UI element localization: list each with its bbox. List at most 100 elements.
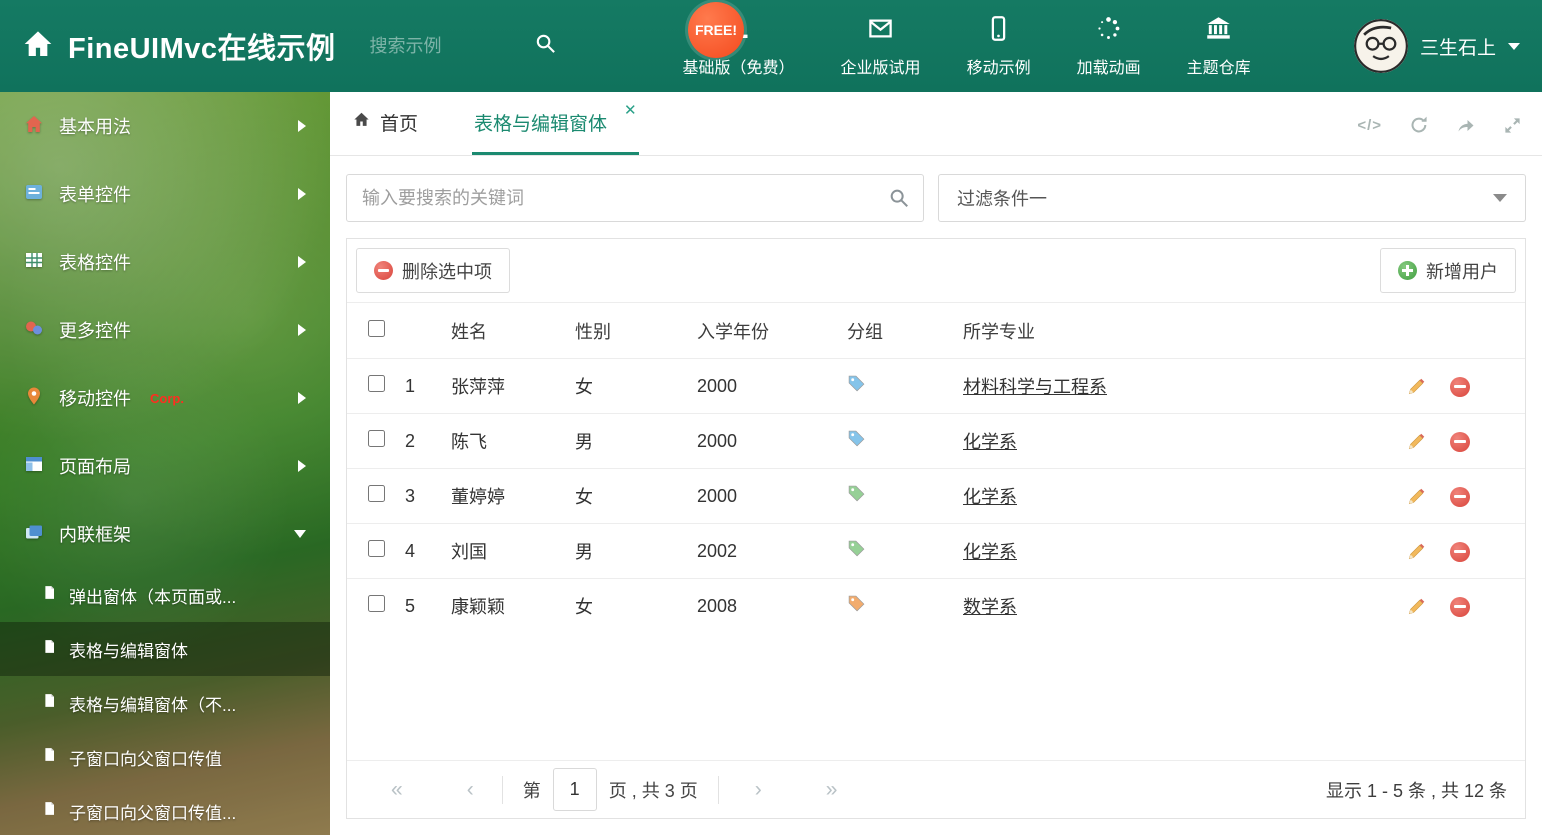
top-nav-item-bank[interactable]: 主题仓库 — [1187, 15, 1251, 78]
delete-icon[interactable] — [1450, 486, 1470, 507]
pagination-bar: « ‹ 第 页 , 共 3 页 › » 显示 1 - 5 条 , 共 12 条 — [347, 760, 1525, 818]
next-page-icon[interactable]: › — [747, 778, 770, 802]
close-tab-icon[interactable]: ✕ — [624, 101, 637, 119]
delete-selected-button[interactable]: 删除选中项 — [356, 248, 510, 293]
sidebar-menu: 基本用法表单控件表格控件更多控件移动控件 Corp. 页面布局内联框架弹出窗体（本页… — [0, 92, 330, 835]
file-icon — [42, 639, 57, 659]
page-suffix: 页 , 共 3 页 — [608, 780, 698, 801]
cell-gender: 女 — [575, 578, 697, 634]
sidebar-item-label: 更多控件 — [59, 321, 131, 341]
keyword-input[interactable] — [346, 174, 924, 222]
sidebar-subitem-2-active[interactable]: 表格与编辑窗体 — [0, 622, 330, 676]
chevron-right-icon — [298, 120, 306, 132]
chevron-right-icon — [298, 460, 306, 472]
sidebar-subitem-4[interactable]: 子窗口向父窗口传值 — [0, 730, 330, 784]
spinner-icon — [1095, 15, 1122, 47]
chevron-down-icon — [1508, 42, 1520, 50]
source-code-icon[interactable]: </> — [1357, 117, 1382, 134]
top-nav-label: 移动示例 — [966, 59, 1031, 77]
sidebar-subitem-label: 表格与编辑窗体（不... — [69, 695, 237, 715]
mobile-icon — [985, 15, 1012, 47]
delete-icon[interactable] — [1450, 431, 1470, 452]
filter-dropdown-value: 过滤条件一 — [957, 189, 1047, 209]
delete-icon[interactable] — [1450, 596, 1470, 617]
edit-icon[interactable] — [1407, 432, 1426, 451]
expand-icon[interactable] — [1503, 116, 1522, 135]
tag-icon — [847, 485, 866, 507]
brand[interactable]: FineUIMvc在线示例 — [22, 25, 336, 67]
search-row: 过滤条件一 — [346, 174, 1526, 222]
row-checkbox[interactable] — [368, 430, 385, 447]
chevron-right-icon — [298, 392, 306, 404]
top-nav-item-mobile[interactable]: 移动示例 — [967, 15, 1031, 78]
grid-header-row: 姓名 性别 入学年份 分组 所学专业 — [347, 302, 1525, 359]
more-icon — [24, 318, 44, 343]
row-checkbox[interactable] — [368, 540, 385, 557]
sidebar-item-mobile[interactable]: 移动控件 Corp. — [0, 364, 330, 432]
search-icon[interactable] — [534, 32, 557, 60]
form-icon — [24, 182, 44, 207]
sidebar-item-label: 表单控件 — [59, 185, 131, 205]
tab-home[interactable]: 首页 — [350, 109, 420, 155]
sidebar-item-home[interactable]: 基本用法 — [0, 92, 330, 160]
major-link[interactable]: 化学系 — [963, 432, 1017, 452]
layout-icon — [24, 454, 44, 479]
file-icon — [42, 801, 57, 821]
refresh-icon[interactable] — [1409, 115, 1429, 135]
sidebar-subitem-5[interactable]: 子窗口向父窗口传值... — [0, 784, 330, 835]
tag-icon — [847, 375, 866, 397]
sidebar-subitem-1[interactable]: 弹出窗体（本页面或... — [0, 568, 330, 622]
sidebar-item-more[interactable]: 更多控件 — [0, 296, 330, 364]
page-number-input[interactable] — [552, 768, 597, 811]
edit-icon[interactable] — [1407, 487, 1426, 506]
chevron-right-icon — [298, 188, 306, 200]
cell-rownum: 3 — [405, 468, 451, 524]
search-icon[interactable] — [888, 187, 910, 214]
filter-dropdown[interactable]: 过滤条件一 — [938, 174, 1526, 222]
sidebar-item-label: 页面布局 — [59, 457, 131, 477]
sidebar-item-table[interactable]: 表格控件 — [0, 228, 330, 296]
first-page-icon[interactable]: « — [383, 778, 411, 802]
tab-home-label: 首页 — [380, 114, 419, 135]
delete-icon[interactable] — [1450, 376, 1470, 397]
row-checkbox[interactable] — [368, 375, 385, 392]
user-name: 三生石上 — [1419, 37, 1496, 59]
delete-selected-label: 删除选中项 — [402, 261, 492, 282]
edit-icon[interactable] — [1407, 597, 1426, 616]
tab-tools: </> — [1357, 115, 1522, 155]
add-user-button[interactable]: 新增用户 — [1380, 248, 1516, 293]
file-icon — [42, 693, 57, 713]
sidebar-subitem-3[interactable]: 表格与编辑窗体（不... — [0, 676, 330, 730]
pager-divider — [717, 775, 719, 804]
cell-year: 2002 — [697, 523, 847, 579]
top-nav-item-envelope[interactable]: 企业版试用 — [841, 15, 921, 78]
top-search-input[interactable] — [369, 35, 520, 57]
major-link[interactable]: 材料科学与工程系 — [963, 377, 1107, 397]
cell-gender: 男 — [575, 413, 697, 469]
last-page-icon[interactable]: » — [818, 778, 846, 802]
share-icon[interactable] — [1456, 115, 1476, 135]
sidebar-subitem-label: 表格与编辑窗体 — [69, 641, 188, 661]
cell-rownum: 4 — [405, 523, 451, 579]
delete-icon[interactable] — [1450, 541, 1470, 562]
edit-icon[interactable] — [1407, 377, 1426, 396]
top-nav-item-spinner[interactable]: 加载动画 — [1077, 15, 1141, 78]
sidebar-item-layout[interactable]: 页面布局 — [0, 432, 330, 500]
sidebar-item-form[interactable]: 表单控件 — [0, 160, 330, 228]
major-link[interactable]: 化学系 — [963, 542, 1017, 562]
chevron-right-icon — [298, 256, 306, 268]
sidebar-item-label: 内联框架 — [59, 525, 131, 545]
edit-icon[interactable] — [1407, 542, 1426, 561]
sidebar-item-iframe[interactable]: 内联框架 — [0, 500, 330, 568]
row-checkbox[interactable] — [368, 485, 385, 502]
major-link[interactable]: 数学系 — [963, 597, 1017, 617]
cell-year: 2000 — [697, 413, 847, 469]
tab-active[interactable]: 表格与编辑窗体 ✕ — [472, 102, 639, 155]
row-checkbox[interactable] — [368, 595, 385, 613]
minus-circle-icon — [374, 261, 393, 280]
select-all-checkbox[interactable] — [368, 319, 385, 337]
prev-page-icon[interactable]: ‹ — [459, 778, 482, 802]
user-menu[interactable]: 三生石上 — [1353, 19, 1520, 73]
grid-empty-space — [347, 634, 1525, 761]
major-link[interactable]: 化学系 — [963, 487, 1017, 507]
